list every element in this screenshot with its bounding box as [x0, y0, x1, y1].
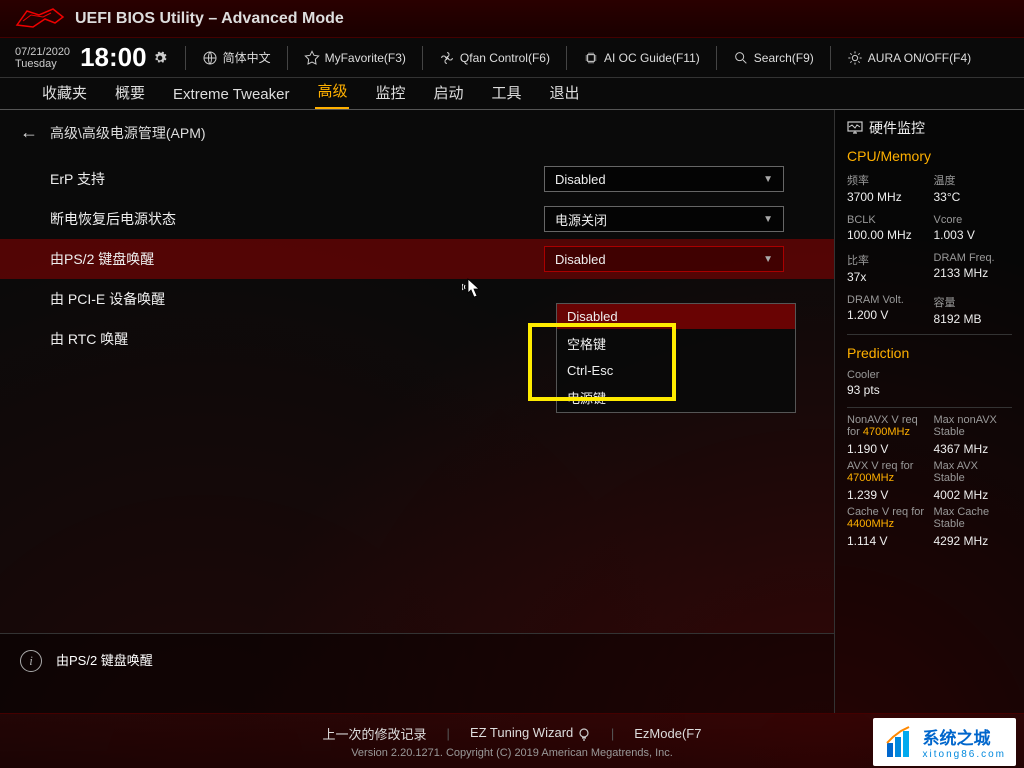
rog-logo-icon — [15, 7, 65, 31]
tab-3[interactable]: 高级 — [315, 74, 349, 109]
favorite-button[interactable]: MyFavorite(F3) — [296, 46, 414, 70]
setting-label: 断电恢复后电源状态 — [50, 209, 544, 229]
cooler-value: 93 pts — [847, 383, 1012, 397]
footer-link[interactable]: EZ Tuning Wizard — [458, 725, 603, 741]
tab-4[interactable]: 监控 — [373, 76, 407, 109]
footer-link[interactable]: EzMode(F7 — [622, 726, 713, 741]
setting-select[interactable]: Disabled▼ — [544, 246, 784, 272]
fan-icon — [439, 50, 455, 66]
stat-item: DRAM Volt.1.200 V — [847, 294, 926, 326]
tab-0[interactable]: 收藏夹 — [40, 76, 89, 109]
date-block: 07/21/2020 Tuesday — [15, 46, 70, 70]
tab-6[interactable]: 工具 — [490, 76, 524, 109]
search-icon — [733, 50, 749, 66]
day-text: Tuesday — [15, 58, 70, 70]
help-bar: i 由PS/2 键盘唤醒 — [0, 633, 834, 713]
app-title: UEFI BIOS Utility – Advanced Mode — [75, 10, 344, 28]
date-text: 07/21/2020 — [15, 46, 70, 58]
tab-7[interactable]: 退出 — [548, 76, 582, 109]
chevron-down-icon: ▼ — [763, 254, 773, 265]
language-button[interactable]: 简体中文 — [194, 45, 279, 70]
tabs-bar: 收藏夹概要Extreme Tweaker高级监控启动工具退出 — [0, 78, 1024, 110]
globe-icon — [202, 50, 218, 66]
footer-links: 上一次的修改记录|EZ Tuning Wizard |EzMode(F7 — [311, 724, 714, 743]
breadcrumb: ← 高级\高级电源管理(APM) — [0, 110, 834, 155]
watermark: 系统之城 xitong86.com — [873, 718, 1016, 766]
qfan-button[interactable]: Qfan Control(F6) — [431, 46, 558, 70]
prediction-item: NonAVX V req for 4700MHzMax nonAVX Stabl… — [847, 414, 1012, 456]
cooler-label: Cooler — [847, 369, 1012, 381]
setting-row[interactable]: 由PS/2 键盘唤醒Disabled▼ — [0, 239, 834, 279]
sidebar-title: 硬件监控 — [847, 118, 1012, 138]
help-text: 由PS/2 键盘唤醒 — [56, 650, 153, 669]
setting-row[interactable]: 断电恢复后电源状态电源关闭▼ — [0, 199, 834, 239]
aura-button[interactable]: AURA ON/OFF(F4) — [839, 46, 979, 70]
dropdown-option[interactable]: 空格键 — [557, 329, 795, 358]
bulb-icon — [577, 727, 591, 741]
breadcrumb-text: 高级\高级电源管理(APM) — [50, 123, 206, 143]
footer: 上一次的修改记录|EZ Tuning Wizard |EzMode(F7 Ver… — [0, 713, 1024, 768]
watermark-title: 系统之城 — [923, 724, 1006, 749]
footer-copyright: Version 2.20.1271. Copyright (C) 2019 Am… — [351, 747, 673, 759]
dropdown-option[interactable]: Disabled — [557, 304, 795, 329]
watermark-icon — [883, 725, 917, 759]
stat-item: 比率37x — [847, 252, 926, 284]
stat-item: Vcore1.003 V — [934, 214, 1013, 242]
prediction-item: AVX V req for 4700MHzMax AVX Stable1.239… — [847, 460, 1012, 502]
settings-list: ErP 支持Disabled▼断电恢复后电源状态电源关闭▼由PS/2 键盘唤醒D… — [0, 155, 834, 633]
time-text: 18:00 — [80, 42, 147, 73]
cursor-icon — [462, 277, 484, 301]
gear-icon[interactable] — [153, 51, 167, 65]
star-icon — [304, 50, 320, 66]
dropdown-option[interactable]: Ctrl-Esc — [557, 358, 795, 383]
stat-item: BCLK100.00 MHz — [847, 214, 926, 242]
aura-icon — [847, 50, 863, 66]
chevron-down-icon: ▼ — [763, 214, 773, 225]
tab-1[interactable]: 概要 — [113, 76, 147, 109]
setting-row[interactable]: ErP 支持Disabled▼ — [0, 159, 834, 199]
tab-2[interactable]: Extreme Tweaker — [171, 80, 291, 109]
monitor-icon — [847, 121, 863, 135]
setting-label: 由PS/2 键盘唤醒 — [50, 249, 544, 269]
stat-item: 温度33°C — [934, 172, 1013, 204]
tab-5[interactable]: 启动 — [432, 76, 466, 109]
prediction-item: Cache V req for 4400MHzMax Cache Stable1… — [847, 506, 1012, 548]
header-bar: UEFI BIOS Utility – Advanced Mode — [0, 0, 1024, 38]
setting-label: ErP 支持 — [50, 169, 544, 189]
chevron-down-icon: ▼ — [763, 174, 773, 185]
sidebar-section-prediction: Prediction — [847, 345, 1012, 361]
dropdown-menu: Disabled空格键Ctrl-Esc电源键 — [556, 303, 796, 413]
aioc-button[interactable]: AI OC Guide(F11) — [575, 46, 708, 70]
back-arrow-icon[interactable]: ← — [20, 122, 38, 143]
stat-item: 容量8192 MB — [934, 294, 1013, 326]
setting-select[interactable]: Disabled▼ — [544, 166, 784, 192]
footer-link[interactable]: 上一次的修改记录 — [311, 724, 439, 743]
dropdown-option[interactable]: 电源键 — [557, 383, 795, 412]
info-icon: i — [20, 650, 42, 672]
sidebar-section-cpu: CPU/Memory — [847, 148, 1012, 164]
stat-item: DRAM Freq.2133 MHz — [934, 252, 1013, 284]
time-block: 18:00 — [80, 42, 167, 73]
toolbar: 07/21/2020 Tuesday 18:00 简体中文 MyFavorite… — [0, 38, 1024, 78]
stat-item: 频率3700 MHz — [847, 172, 926, 204]
watermark-url: xitong86.com — [923, 749, 1006, 760]
chip-icon — [583, 50, 599, 66]
sidebar: 硬件监控 CPU/Memory 频率3700 MHz温度33°C BCLK100.… — [834, 110, 1024, 713]
setting-select[interactable]: 电源关闭▼ — [544, 206, 784, 232]
search-button[interactable]: Search(F9) — [725, 46, 822, 70]
